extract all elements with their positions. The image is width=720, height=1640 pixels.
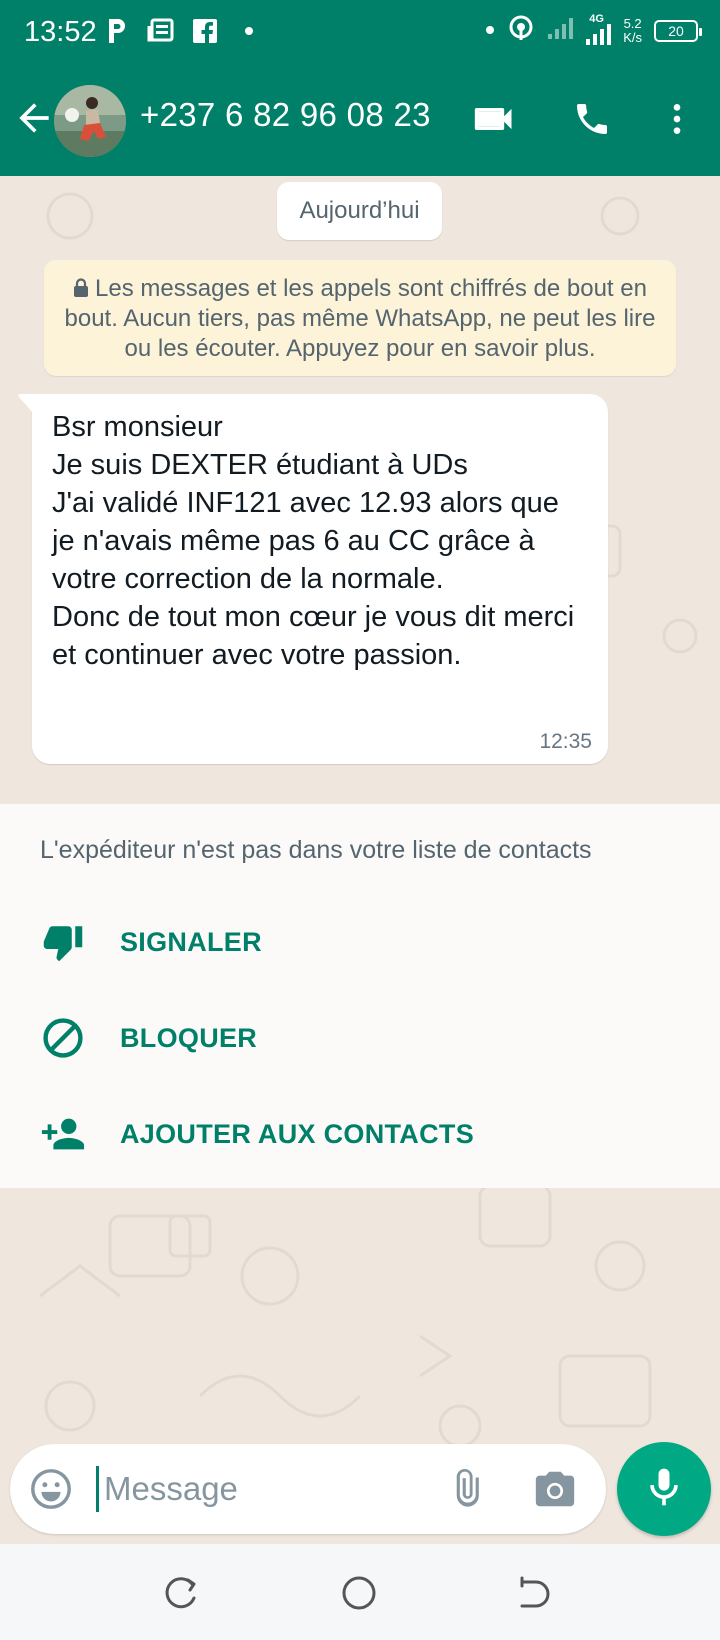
dot-icon — [234, 16, 264, 46]
video-call-icon[interactable] — [470, 94, 520, 144]
battery-indicator: 20 — [654, 19, 702, 42]
avatar[interactable] — [54, 85, 126, 157]
message-time: 12:35 — [539, 730, 592, 753]
add-to-contacts-button[interactable]: AJOUTER AUX CONTACTS — [0, 1094, 720, 1174]
incoming-message-bubble[interactable]: Bsr monsieur Je suis DEXTER étudiant à U… — [18, 394, 608, 764]
report-label: SIGNALER — [120, 926, 262, 957]
add-to-contacts-label: AJOUTER AUX CONTACTS — [120, 1118, 475, 1149]
network-speed: 5.2 K/s — [623, 15, 642, 45]
attach-icon[interactable] — [448, 1466, 496, 1514]
unknown-sender-note: L'expéditeur n'est pas dans votre liste … — [40, 836, 592, 864]
status-time: 13:52 — [24, 16, 97, 48]
status-bar: 13:52 4G 5.2 K/s 20 — [0, 0, 720, 66]
emoji-icon[interactable] — [28, 1466, 74, 1512]
date-chip: Aujourd’hui — [277, 182, 442, 240]
system-navigation-bar — [0, 1544, 720, 1640]
mic-icon — [642, 1465, 686, 1514]
message-composer — [10, 1444, 606, 1534]
facebook-icon — [190, 16, 220, 46]
phone-call-icon[interactable] — [567, 94, 617, 144]
more-vert-icon[interactable] — [652, 94, 702, 144]
bubble-tail — [18, 394, 34, 414]
back-nav-icon[interactable] — [514, 1572, 556, 1614]
parking-icon — [102, 16, 132, 46]
message-input[interactable] — [104, 1464, 424, 1514]
back-arrow-icon[interactable] — [12, 96, 56, 140]
recents-icon[interactable] — [162, 1572, 204, 1614]
camera-icon[interactable] — [532, 1466, 580, 1514]
block-label: BLOQUER — [120, 1022, 258, 1053]
status-system-icons: 4G 5.2 K/s 20 — [485, 13, 702, 47]
status-notification-icons — [102, 16, 264, 46]
lock-icon — [73, 276, 89, 297]
signal-icon — [547, 16, 574, 45]
chat-header: +237 6 82 96 08 23 — [0, 66, 720, 176]
dot-icon — [485, 22, 495, 40]
thumb-down-icon — [40, 919, 86, 965]
block-button[interactable]: BLOQUER — [0, 998, 720, 1078]
news-icon — [146, 16, 176, 46]
4g-signal-icon: 4G — [585, 13, 612, 45]
block-icon — [40, 1015, 86, 1061]
encryption-notice-text: Les messages et les appels sont chiffrés… — [64, 275, 656, 362]
add-person-icon — [40, 1111, 86, 1157]
message-text: Bsr monsieur Je suis DEXTER étudiant à U… — [52, 411, 575, 671]
mic-button[interactable] — [617, 1442, 711, 1536]
encryption-notice[interactable]: Les messages et les appels sont chiffrés… — [44, 260, 676, 376]
contact-name[interactable]: +237 6 82 96 08 23 — [140, 96, 431, 134]
home-icon[interactable] — [338, 1572, 380, 1614]
text-cursor — [96, 1466, 99, 1512]
report-button[interactable]: SIGNALER — [0, 902, 720, 982]
unknown-sender-panel: L'expéditeur n'est pas dans votre liste … — [0, 804, 720, 1188]
hotspot-icon — [507, 14, 535, 47]
